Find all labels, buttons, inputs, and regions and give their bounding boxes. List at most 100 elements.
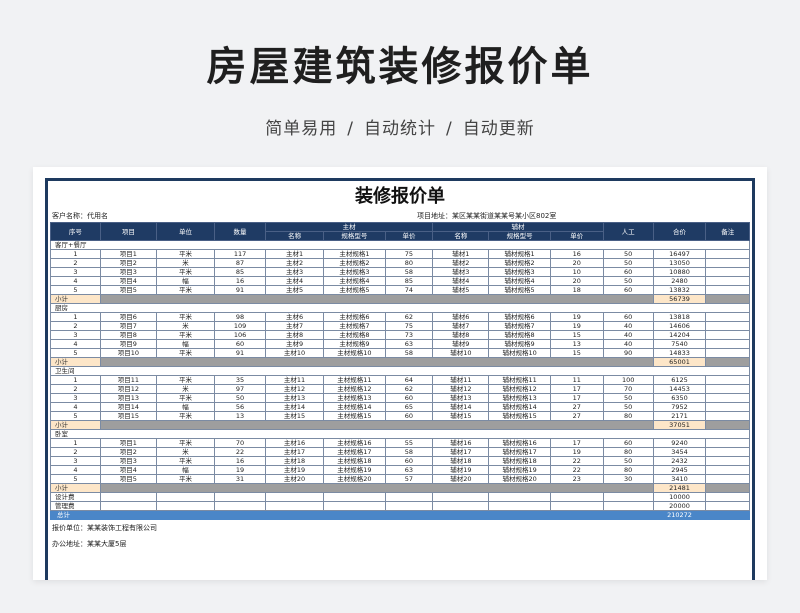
table-cell[interactable]: 64 — [384, 375, 434, 385]
table-cell[interactable] — [432, 501, 490, 511]
table-cell[interactable]: 辅材5 — [432, 285, 490, 295]
table-cell[interactable]: 主材16 — [264, 438, 325, 448]
table-cell[interactable] — [488, 492, 551, 502]
table-cell[interactable] — [549, 492, 604, 502]
table-cell[interactable]: 16497 — [652, 249, 707, 259]
table-cell[interactable]: 主材1 — [264, 249, 325, 259]
table-cell[interactable]: 22 — [214, 447, 266, 457]
table-cell[interactable]: 3454 — [652, 447, 707, 457]
table-cell[interactable] — [705, 384, 750, 394]
table-cell[interactable]: 辅材10 — [432, 348, 490, 358]
table-cell[interactable]: 60 — [602, 438, 654, 448]
table-cell[interactable]: 主材19 — [264, 465, 325, 475]
table-cell[interactable]: 辅材规格8 — [488, 330, 551, 340]
table-cell[interactable]: 辅材2 — [432, 258, 490, 268]
table-cell[interactable]: 主材规格11 — [323, 375, 386, 385]
table-cell[interactable]: 13 — [214, 411, 266, 421]
table-cell[interactable]: 米 — [155, 258, 216, 268]
table-cell[interactable] — [705, 267, 750, 277]
table-cell[interactable]: 主材7 — [264, 321, 325, 331]
table-cell[interactable]: 主材14 — [264, 402, 325, 412]
table-cell[interactable]: 17 — [549, 384, 604, 394]
table-cell[interactable]: 项目2 — [99, 258, 157, 268]
table-cell[interactable] — [705, 465, 750, 475]
table-cell[interactable] — [384, 501, 434, 511]
table-cell[interactable] — [705, 393, 750, 403]
table-cell[interactable]: 项目12 — [99, 384, 157, 394]
table-cell[interactable]: 米 — [155, 384, 216, 394]
table-cell[interactable]: 辅材规格17 — [488, 447, 551, 457]
table-cell[interactable]: 13818 — [652, 312, 707, 322]
table-cell[interactable] — [602, 492, 654, 502]
table-cell[interactable]: 50 — [602, 249, 654, 259]
table-cell[interactable]: 4 — [50, 465, 101, 475]
table-cell[interactable]: 4 — [50, 339, 101, 349]
subtotal-value[interactable]: 21481 — [652, 483, 707, 493]
table-cell[interactable]: 辅材规格1 — [488, 249, 551, 259]
table-cell[interactable]: 20 — [549, 276, 604, 286]
table-cell[interactable]: 62 — [384, 312, 434, 322]
table-cell[interactable] — [384, 492, 434, 502]
table-cell[interactable]: 平米 — [155, 348, 216, 358]
table-cell[interactable]: 项目8 — [99, 330, 157, 340]
table-cell[interactable]: 7540 — [652, 339, 707, 349]
subtotal-value[interactable]: 56739 — [652, 294, 707, 304]
table-cell[interactable] — [705, 492, 750, 502]
table-cell[interactable]: 主材11 — [264, 375, 325, 385]
table-cell[interactable]: 98 — [214, 312, 266, 322]
table-cell[interactable]: 27 — [549, 402, 604, 412]
table-cell[interactable]: 80 — [602, 465, 654, 475]
table-cell[interactable]: 辅材规格14 — [488, 402, 551, 412]
table-cell[interactable]: 主材规格6 — [323, 312, 386, 322]
table-cell[interactable]: 2171 — [652, 411, 707, 421]
table-cell[interactable]: 主材2 — [264, 258, 325, 268]
table-cell[interactable]: 平米 — [155, 249, 216, 259]
table-cell[interactable]: 7952 — [652, 402, 707, 412]
table-cell[interactable]: 50 — [602, 402, 654, 412]
table-cell[interactable]: 50 — [214, 393, 266, 403]
table-cell[interactable]: 31 — [214, 474, 266, 484]
table-cell[interactable]: 主材18 — [264, 456, 325, 466]
table-cell[interactable]: 74 — [384, 285, 434, 295]
table-cell[interactable]: 16 — [214, 276, 266, 286]
table-cell[interactable]: 75 — [384, 321, 434, 331]
table-cell[interactable] — [214, 492, 266, 502]
table-cell[interactable]: 4 — [50, 276, 101, 286]
table-cell[interactable]: 3 — [50, 456, 101, 466]
table-cell[interactable]: 主材20 — [264, 474, 325, 484]
table-cell[interactable]: 13050 — [652, 258, 707, 268]
table-cell[interactable]: 主材规格17 — [323, 447, 386, 457]
table-cell[interactable]: 辅材8 — [432, 330, 490, 340]
table-cell[interactable]: 80 — [384, 258, 434, 268]
table-cell[interactable] — [705, 339, 750, 349]
table-cell[interactable]: 87 — [214, 258, 266, 268]
table-cell[interactable]: 辅材规格19 — [488, 465, 551, 475]
table-cell[interactable]: 2 — [50, 384, 101, 394]
table-cell[interactable]: 主材规格13 — [323, 393, 386, 403]
table-cell[interactable]: 项目10 — [99, 348, 157, 358]
table-cell[interactable]: 项目1 — [99, 249, 157, 259]
table-cell[interactable]: 19 — [549, 447, 604, 457]
table-cell[interactable]: 主材6 — [264, 312, 325, 322]
table-cell[interactable]: 平米 — [155, 285, 216, 295]
table-cell[interactable]: 60 — [602, 267, 654, 277]
table-cell[interactable]: 40 — [602, 321, 654, 331]
table-cell[interactable] — [323, 492, 386, 502]
table-cell[interactable]: 辅材规格20 — [488, 474, 551, 484]
table-cell[interactable]: 17 — [549, 393, 604, 403]
table-cell[interactable]: 50 — [602, 276, 654, 286]
table-cell[interactable]: 63 — [384, 339, 434, 349]
table-cell[interactable]: 幅 — [155, 276, 216, 286]
table-cell[interactable]: 5 — [50, 348, 101, 358]
table-cell[interactable]: 16 — [214, 456, 266, 466]
table-cell[interactable]: 40 — [602, 330, 654, 340]
table-cell[interactable]: 辅材1 — [432, 249, 490, 259]
table-cell[interactable]: 62 — [384, 384, 434, 394]
table-cell[interactable]: 辅材规格9 — [488, 339, 551, 349]
grand-total-value[interactable]: 210272 — [652, 510, 707, 520]
table-cell[interactable]: 米 — [155, 321, 216, 331]
table-cell[interactable]: 主材13 — [264, 393, 325, 403]
table-cell[interactable] — [602, 501, 654, 511]
table-cell[interactable]: 主材规格4 — [323, 276, 386, 286]
table-cell[interactable]: 主材规格14 — [323, 402, 386, 412]
